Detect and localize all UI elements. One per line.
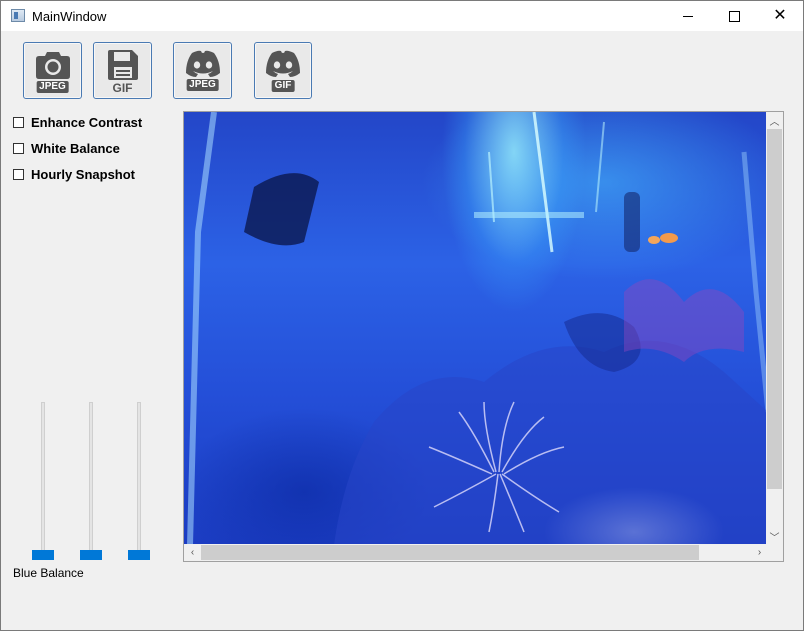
save-gif-caption: GIF [112,81,133,95]
maximize-icon [728,10,740,22]
image-viewer[interactable]: ︿ ﹀ ‹ › [183,111,784,562]
hourly-snapshot-checkbox[interactable]: Hourly Snapshot [13,167,135,182]
floppy-disk-icon [107,50,138,80]
enhance-contrast-box[interactable] [13,117,24,128]
slider-groove [137,402,141,560]
minimize-button[interactable] [665,1,711,31]
close-button[interactable]: ✕ [757,1,803,31]
maximize-button[interactable] [711,1,757,31]
save-jpeg-caption: JPEG [36,81,69,93]
aquarium-scene [187,112,768,545]
scroll-down-icon[interactable]: ﹀ [766,528,783,545]
enhance-contrast-checkbox[interactable]: Enhance Contrast [13,115,142,130]
main-window: MainWindow ✕ JPEG GIF JPEG GIF Enhance C… [0,0,804,631]
discord-gif-button[interactable]: GIF [254,42,312,99]
title-bar[interactable]: MainWindow ✕ [1,1,803,31]
scroll-left-icon[interactable]: ‹ [184,544,201,561]
app-window-icon [11,9,25,22]
save-gif-button[interactable]: GIF [93,42,152,99]
slider-groove [89,402,93,560]
camera-icon [35,52,70,79]
discord-gif-caption: GIF [271,80,295,92]
horizontal-scrollbar[interactable]: ‹ › [184,544,768,561]
minimize-icon [683,15,693,17]
scroll-corner [766,544,783,561]
slider-handle[interactable] [128,550,150,560]
discord-icon [185,50,220,77]
vertical-scrollbar[interactable]: ︿ ﹀ [766,112,783,545]
discord-icon [266,50,300,77]
aquarium-image [184,112,768,545]
white-balance-checkbox[interactable]: White Balance [13,141,120,156]
save-jpeg-button[interactable]: JPEG [23,42,82,99]
hourly-snapshot-box[interactable] [13,169,24,180]
vertical-scroll-thumb[interactable] [767,129,782,489]
horizontal-scroll-thumb[interactable] [201,545,699,560]
slider-handle[interactable] [80,550,102,560]
blue-balance-slider-2[interactable] [79,400,103,564]
close-icon: ✕ [773,7,787,24]
slider-groove [41,402,45,560]
enhance-contrast-label: Enhance Contrast [31,115,143,130]
discord-jpeg-caption: JPEG [186,79,219,91]
discord-jpeg-button[interactable]: JPEG [173,42,232,99]
blue-balance-slider-1[interactable] [31,400,55,564]
hourly-snapshot-label: Hourly Snapshot [31,167,136,182]
scroll-up-icon[interactable]: ︿ [766,112,783,129]
white-balance-label: White Balance [31,141,120,156]
white-balance-box[interactable] [13,143,24,154]
blue-balance-label: Blue Balance [13,566,84,580]
slider-handle[interactable] [32,550,54,560]
blue-balance-slider-3[interactable] [127,400,151,564]
window-title: MainWindow [32,9,107,24]
